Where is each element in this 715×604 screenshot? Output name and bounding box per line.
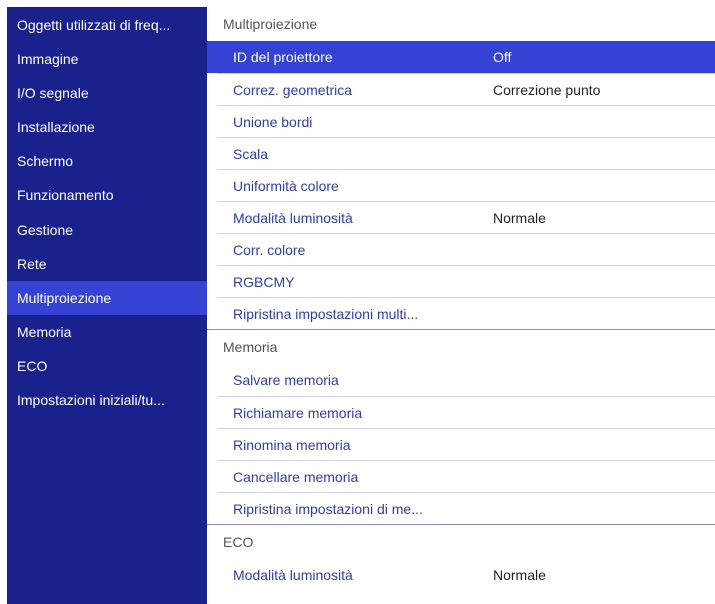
menu-row-label: Modalità luminosità: [233, 209, 353, 226]
submenu-panel: Multiproiezione ID del proiettore Off Corre…: [207, 7, 715, 604]
sidebar-item-eco[interactable]: ECO: [7, 349, 207, 383]
menu-row[interactable]: Uniformità colore: [217, 169, 715, 201]
menu-row-label: Correz. geometrica: [233, 81, 353, 98]
menu-row-value: Correzione punto: [493, 81, 601, 98]
menu-row[interactable]: Ripristina impostazioni multi...: [217, 297, 715, 329]
menu-row-value: Off: [493, 49, 512, 65]
menu-row-label: Unione bordi: [233, 113, 313, 130]
menu-row[interactable]: RGBCMY: [217, 265, 715, 297]
menu-row-label: Ripristina impostazioni di me...: [233, 500, 423, 517]
sidebar-item-rete[interactable]: Rete: [7, 247, 207, 281]
menu-row[interactable]: Modalità luminosità Normale: [217, 559, 715, 591]
sidebar-item-funzionamento[interactable]: Funzionamento: [7, 178, 207, 212]
section-header: Memoria: [207, 330, 715, 364]
menu-row-label: Salvare memoria: [233, 372, 339, 388]
menu-row[interactable]: Rinomina memoria: [217, 428, 715, 460]
menu-row[interactable]: Salvare memoria: [217, 364, 715, 396]
menu-row[interactable]: Cancellare memoria: [217, 460, 715, 492]
menu-row-label: Cancellare memoria: [233, 468, 359, 485]
menu-row-label: RGBCMY: [233, 273, 295, 290]
menu-row-label: Corr. colore: [233, 241, 306, 258]
menu-row-label: Scala: [233, 145, 269, 162]
menu-row[interactable]: Scala: [217, 137, 715, 169]
menu-row[interactable]: Richiamare memoria: [217, 396, 715, 428]
menu-row-label: Uniformità colore: [233, 177, 339, 194]
menu-row[interactable]: Correz. geometrica Correzione punto: [217, 73, 715, 105]
menu-row[interactable]: Ripristina impostazioni di me...: [217, 492, 715, 524]
menu-row-label: Ripristina impostazioni multi...: [233, 305, 419, 322]
menu-row[interactable]: Corr. colore: [217, 233, 715, 265]
sidebar-item-oggetti-utilizzati-di-freq[interactable]: Oggetti utilizzati di freq...: [7, 8, 207, 42]
sidebar-item-memoria[interactable]: Memoria: [7, 315, 207, 349]
sidebar-item-impostazioni-iniziali-tu[interactable]: Impostazioni iniziali/tu...: [7, 383, 207, 417]
section-header: ECO: [207, 525, 715, 559]
sidebar-item-immagine[interactable]: Immagine: [7, 42, 207, 76]
sidebar-item-multiproiezione[interactable]: Multiproiezione: [7, 280, 207, 315]
menu-row-value: Normale: [493, 209, 546, 226]
menu-row-label: Modalità luminosità: [233, 567, 353, 583]
menu-row-value: Normale: [493, 567, 546, 583]
sidebar-item-schermo[interactable]: Schermo: [7, 144, 207, 178]
section-header: Multiproiezione: [207, 7, 715, 41]
sidebar-item-i-o-segnale[interactable]: I/O segnale: [7, 76, 207, 110]
menu-row[interactable]: ID del proiettore Off: [207, 41, 715, 73]
menu-row[interactable]: Modalità luminosità Normale: [217, 201, 715, 233]
sidebar-item-installazione[interactable]: Installazione: [7, 110, 207, 144]
menu-row-label: Rinomina memoria: [233, 436, 351, 453]
menu-row[interactable]: Unione bordi: [217, 105, 715, 137]
menu-row-label: ID del proiettore: [233, 49, 333, 65]
sidebar-item-gestione[interactable]: Gestione: [7, 213, 207, 247]
menu-row-label: Richiamare memoria: [233, 404, 363, 421]
projector-menu: Oggetti utilizzati di freq... Immagine I/O…: [7, 7, 715, 604]
sidebar-menu: Oggetti utilizzati di freq... Immagine I/O…: [7, 7, 207, 604]
